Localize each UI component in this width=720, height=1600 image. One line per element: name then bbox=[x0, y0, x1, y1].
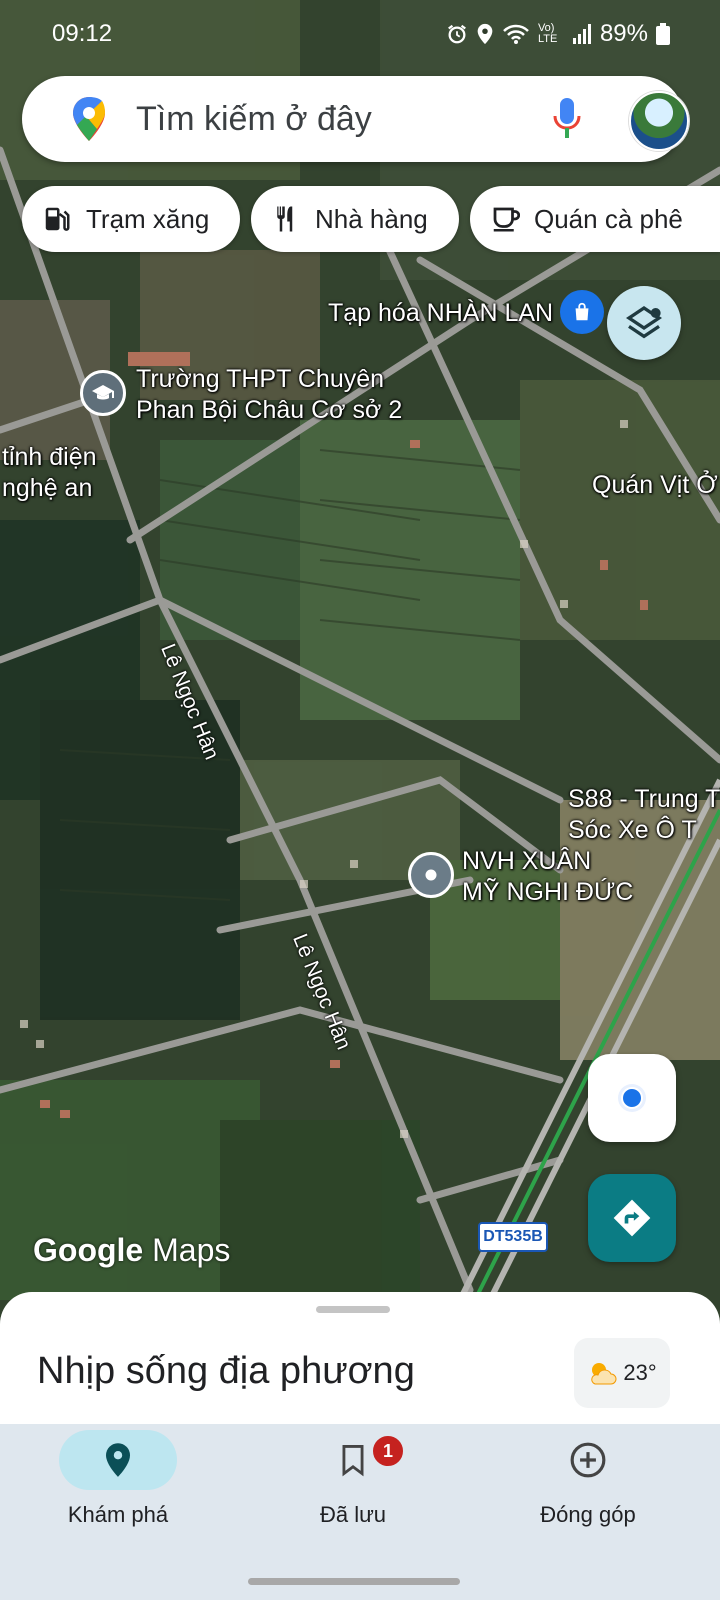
google-maps-attribution: Google Maps bbox=[33, 1232, 230, 1269]
google-maps-logo-icon bbox=[73, 97, 105, 141]
nav-label: Đóng góp bbox=[540, 1502, 636, 1527]
layers-icon bbox=[625, 305, 663, 339]
saved-bookmark-icon bbox=[342, 1444, 364, 1477]
route-shield: DT535B bbox=[478, 1222, 548, 1252]
contribute-plus-icon bbox=[570, 1442, 606, 1478]
location-icon bbox=[477, 23, 493, 45]
nav-explore[interactable]: Khám phá bbox=[18, 1430, 218, 1550]
directions-button[interactable] bbox=[588, 1174, 676, 1262]
alarm-icon bbox=[448, 24, 466, 44]
signal-icon bbox=[572, 24, 591, 44]
sheet-title: Nhịp sống địa phương bbox=[37, 1350, 415, 1392]
nav-explore-indicator bbox=[59, 1430, 177, 1490]
nav-contribute-indicator bbox=[529, 1430, 647, 1490]
place-marker-icon[interactable] bbox=[408, 852, 454, 898]
network-type: Vo) LTE bbox=[537, 22, 558, 45]
map-label-nvh-line1: NVH XUÂN bbox=[462, 847, 592, 875]
chip-label: Quán cà phê bbox=[534, 203, 683, 234]
battery-icon bbox=[656, 23, 670, 45]
restaurant-icon bbox=[277, 206, 293, 232]
status-icons: Vo) LTE 89% bbox=[446, 20, 670, 48]
map-label-tinh-dien-line1: tỉnh điện bbox=[2, 443, 97, 471]
status-bar: 09:12 Vo) LTE 89% bbox=[0, 0, 720, 72]
gesture-home-bar[interactable] bbox=[248, 1578, 460, 1585]
shopping-bag-icon[interactable] bbox=[560, 290, 604, 334]
nav-saved[interactable]: 1 Đã lưu bbox=[253, 1430, 453, 1550]
coffee-icon bbox=[493, 207, 520, 232]
chip-restaurant[interactable]: Nhà hàng bbox=[251, 186, 459, 252]
search-input[interactable]: Tìm kiếm ở đây bbox=[136, 100, 372, 139]
nav-label: Đã lưu bbox=[319, 1502, 387, 1527]
school-icon[interactable] bbox=[80, 370, 126, 416]
chip-gas-station[interactable]: Trạm xăng bbox=[22, 186, 240, 252]
saved-count-badge: 1 bbox=[371, 1434, 405, 1468]
chip-label: Trạm xăng bbox=[86, 203, 210, 234]
map-label-school[interactable]: Trường THPT Chuyên Phan Bội Châu Cơ sở 2 bbox=[136, 364, 402, 426]
map-label-nvh-line2: MỸ NGHI ĐỨC bbox=[462, 878, 634, 906]
map-label-taphoa[interactable]: Tạp hóa NHÀN LAN bbox=[328, 298, 553, 329]
nav-contribute[interactable]: Đóng góp bbox=[488, 1430, 688, 1550]
attribution-maps: Maps bbox=[152, 1232, 231, 1268]
my-location-icon bbox=[618, 1084, 646, 1112]
map-label-school-line1: Trường THPT Chuyên bbox=[136, 365, 385, 393]
attribution-google: Google bbox=[33, 1232, 144, 1268]
nav-label: Khám phá bbox=[67, 1502, 169, 1527]
chip-label: Nhà hàng bbox=[315, 203, 428, 234]
map-label-quan-vit[interactable]: Quán Vịt Ở bbox=[592, 470, 718, 501]
search-bar[interactable]: Tìm kiếm ở đây bbox=[22, 76, 689, 162]
sheet-drag-handle[interactable] bbox=[316, 1306, 390, 1313]
battery-percent: 89% bbox=[599, 20, 648, 47]
bottom-navigation: Khám phá 1 Đã lưu Đóng góp bbox=[0, 1424, 720, 1600]
partly-cloudy-icon bbox=[591, 1363, 617, 1385]
layers-button[interactable] bbox=[607, 286, 681, 360]
map-label-nvh[interactable]: NVH XUÂN MỸ NGHI ĐỨC bbox=[462, 846, 633, 908]
explore-pin-icon bbox=[106, 1443, 130, 1477]
gas-station-icon bbox=[45, 207, 70, 231]
map-label-s88-line1: S88 - Trung T bbox=[568, 785, 720, 813]
temperature: 23° bbox=[623, 1360, 657, 1385]
wifi-icon bbox=[503, 24, 529, 44]
map-label-tinh-dien[interactable]: tỉnh điện nghệ an bbox=[2, 442, 97, 504]
map-label-tinh-dien-line2: nghệ an bbox=[2, 474, 93, 502]
avatar[interactable] bbox=[629, 91, 689, 151]
map-label-school-line2: Phan Bội Châu Cơ sở 2 bbox=[136, 396, 403, 424]
my-location-button[interactable] bbox=[588, 1054, 676, 1142]
weather-chip[interactable]: 23° bbox=[574, 1338, 670, 1408]
directions-icon bbox=[613, 1199, 651, 1237]
map-label-s88-line2: Sóc Xe Ô T bbox=[568, 816, 697, 844]
map-label-s88[interactable]: S88 - Trung T Sóc Xe Ô T bbox=[568, 784, 720, 846]
status-time: 09:12 bbox=[52, 20, 113, 47]
chip-coffee[interactable]: Quán cà phê bbox=[470, 186, 720, 252]
microphone-icon[interactable] bbox=[550, 96, 584, 142]
